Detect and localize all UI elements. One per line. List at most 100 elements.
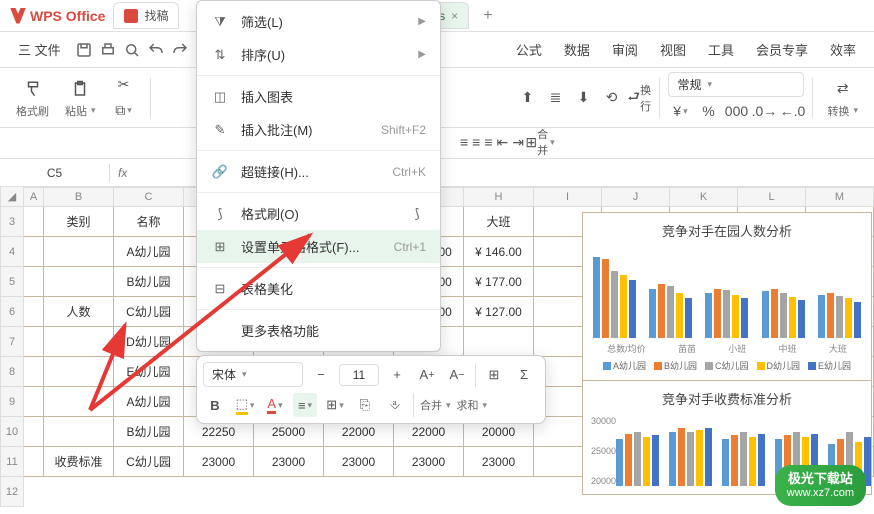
cell[interactable]: 名称 <box>114 207 184 237</box>
orientation-icon[interactable]: ⟲ <box>599 86 623 110</box>
cut-icon[interactable]: ✂ <box>112 73 136 97</box>
cell[interactable] <box>24 417 44 447</box>
cell[interactable] <box>24 267 44 297</box>
ctx-item[interactable]: ⟆格式刷(O)⟆ <box>197 197 440 230</box>
align-bot-icon[interactable]: ⬇ <box>571 86 595 110</box>
cell[interactable]: ¥ 177.00 <box>464 267 534 297</box>
tab-member[interactable]: 会员专享 <box>748 36 816 63</box>
wrap-button[interactable]: ⮐ 换行 <box>627 86 651 110</box>
cell[interactable] <box>24 387 44 417</box>
ctx-item[interactable]: ⊞设置单元格格式(F)...Ctrl+1 <box>197 230 440 263</box>
cell[interactable]: C幼儿园 <box>114 447 184 477</box>
cell[interactable]: 人数 <box>44 297 114 327</box>
cell[interactable]: 23000 <box>324 447 394 477</box>
col-header[interactable]: C <box>114 187 184 207</box>
row-header[interactable]: 12 <box>0 477 24 507</box>
add-tab-button[interactable]: + <box>483 7 492 25</box>
select-all[interactable]: ◢ <box>0 187 24 207</box>
col-header[interactable]: A <box>24 187 44 207</box>
ctx-item[interactable]: ⇅排序(U)▶ <box>197 38 440 71</box>
cell[interactable] <box>24 357 44 387</box>
font-shrink-icon[interactable]: A− <box>445 363 469 387</box>
col-header[interactable]: L <box>738 187 806 207</box>
row-header[interactable]: 11 <box>0 447 24 477</box>
indent-dec-icon[interactable]: ⇤ <box>497 130 509 154</box>
cell[interactable]: E幼儿园 <box>114 357 184 387</box>
border-button[interactable]: ⊞▾ <box>323 393 347 417</box>
cell[interactable] <box>24 297 44 327</box>
align-left-icon[interactable]: ≡ <box>460 130 468 154</box>
col-header[interactable]: K <box>670 187 738 207</box>
cell[interactable]: D幼儿园 <box>114 327 184 357</box>
row-header[interactable]: 4 <box>0 237 24 267</box>
cell[interactable] <box>464 327 534 357</box>
fill-color-button[interactable]: ⬚▾ <box>233 393 257 417</box>
cell[interactable] <box>24 327 44 357</box>
ctx-item[interactable]: ⧩筛选(L)▶ <box>197 5 440 38</box>
font-grow-icon[interactable]: A+ <box>415 363 439 387</box>
bold-button[interactable]: B <box>203 393 227 417</box>
format-painter-icon[interactable] <box>21 77 45 101</box>
sum-label[interactable]: 求和▾ <box>457 397 488 413</box>
cell[interactable]: B幼儿园 <box>114 267 184 297</box>
col-header[interactable]: H <box>464 187 534 207</box>
ctx-item[interactable]: ⊟表格美化 <box>197 272 440 305</box>
cell[interactable] <box>44 417 114 447</box>
cell[interactable]: ¥ 127.00 <box>464 297 534 327</box>
chart-1[interactable]: 竞争对手在园人数分析 总数/均价苗苗小班中班大班 A幼儿园B幼儿园C幼儿园D幼儿… <box>582 212 872 381</box>
fx-button[interactable]: fx <box>110 166 135 180</box>
ctx-item[interactable]: 更多表格功能 <box>197 314 440 347</box>
cell[interactable]: 类别 <box>44 207 114 237</box>
cell[interactable] <box>24 237 44 267</box>
doc-tab-1[interactable]: 找稿 <box>113 2 179 29</box>
align-mid-icon[interactable]: ≣ <box>543 86 567 110</box>
comma-icon[interactable]: 000 <box>724 99 748 123</box>
cell[interactable]: A幼儿园 <box>114 237 184 267</box>
dec-dec-icon[interactable]: ←.0 <box>780 99 804 123</box>
tab-tools[interactable]: 工具 <box>700 36 742 63</box>
dec-inc-icon[interactable]: .0→ <box>752 99 776 123</box>
cell[interactable]: 23000 <box>184 447 254 477</box>
row-header[interactable]: 10 <box>0 417 24 447</box>
delete-button[interactable]: ⎀ <box>383 393 407 417</box>
font-select[interactable]: 宋体▾ <box>203 362 303 387</box>
indent-inc-icon[interactable]: ⇥ <box>512 130 524 154</box>
align-top-icon[interactable]: ⬆ <box>515 86 539 110</box>
cell[interactable] <box>44 387 114 417</box>
row-header[interactable]: 8 <box>0 357 24 387</box>
row-header[interactable]: 9 <box>0 387 24 417</box>
tab-formula[interactable]: 公式 <box>508 36 550 63</box>
cell[interactable] <box>44 327 114 357</box>
cell[interactable]: A幼儿园 <box>114 387 184 417</box>
row-header[interactable]: 3 <box>0 207 24 237</box>
percent-icon[interactable]: % <box>696 99 720 123</box>
cell[interactable]: 收费标准 <box>44 447 114 477</box>
cell[interactable]: ¥ 146.00 <box>464 237 534 267</box>
font-size-select[interactable]: 11 <box>339 364 379 386</box>
autosum-icon[interactable]: Σ <box>512 363 536 387</box>
file-menu[interactable]: 三 文件 <box>10 36 69 63</box>
preview-icon[interactable] <box>123 41 141 59</box>
copy-icon[interactable]: ⧉▾ <box>112 99 136 123</box>
cell[interactable]: 23000 <box>254 447 324 477</box>
undo-icon[interactable] <box>147 41 165 59</box>
font-dec-icon[interactable]: − <box>309 363 333 387</box>
cell[interactable] <box>24 207 44 237</box>
tab-efficiency[interactable]: 效率 <box>822 36 864 63</box>
row-header[interactable]: 5 <box>0 267 24 297</box>
cell[interactable]: 23000 <box>464 447 534 477</box>
cell[interactable] <box>44 237 114 267</box>
ctx-item[interactable]: 🔗超链接(H)...Ctrl+K <box>197 155 440 188</box>
cell[interactable] <box>44 267 114 297</box>
font-color-button[interactable]: A▾ <box>263 393 287 417</box>
merge-label[interactable]: 合并▾ <box>420 397 451 413</box>
print-icon[interactable] <box>99 41 117 59</box>
col-header[interactable]: B <box>44 187 114 207</box>
cell-reference[interactable]: C5 <box>0 164 110 182</box>
row-header[interactable]: 6 <box>0 297 24 327</box>
currency-icon[interactable]: ¥▾ <box>668 99 692 123</box>
col-header[interactable]: I <box>534 187 602 207</box>
close-icon[interactable]: × <box>451 9 458 23</box>
cell[interactable] <box>24 447 44 477</box>
cell[interactable] <box>44 357 114 387</box>
